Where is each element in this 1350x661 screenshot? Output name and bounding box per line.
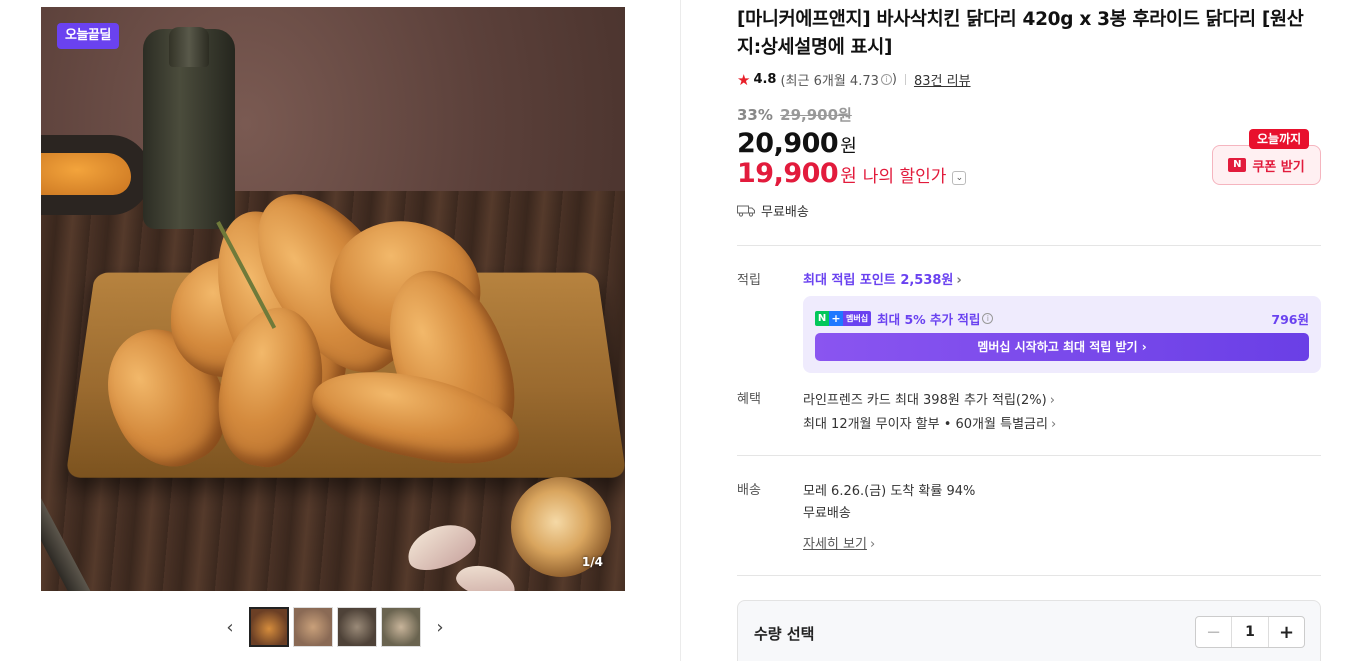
chevron-down-icon[interactable]: ⌄ bbox=[952, 171, 967, 185]
decrease-quantity-button[interactable]: − bbox=[1196, 617, 1232, 647]
sale-price-unit: 원 bbox=[840, 136, 857, 157]
installment-benefit-link[interactable]: 최대 12개월 무이자 할부 • 60개월 특별금리 › bbox=[803, 413, 1056, 432]
max-points-value: 2,538원 bbox=[900, 273, 954, 288]
discount-rate: 33% bbox=[737, 106, 773, 124]
thumbnail-prev-icon[interactable]: ‹ bbox=[215, 607, 245, 647]
naver-n-icon: N bbox=[1228, 158, 1247, 172]
membership-info: N + 멤버십 최대 5% 추가 적립 i bbox=[815, 309, 994, 328]
my-price-unit: 원 bbox=[840, 166, 857, 187]
quantity-box: 수량 선택 − + bbox=[737, 600, 1321, 661]
product-title: [마니커에프앤지] 바사삭치킨 닭다리 420g x 3봉 후라이드 닭다리 [… bbox=[737, 9, 1304, 58]
sale-price: 20,900 bbox=[737, 128, 839, 159]
membership-extra-points: 최대 5% 추가 적립 bbox=[877, 312, 981, 327]
my-price-row[interactable]: 19,900 원 나의 할인가 ⌄ bbox=[737, 158, 967, 189]
original-price: 29,900원 bbox=[780, 106, 852, 124]
thumbnail-3[interactable] bbox=[337, 607, 377, 647]
image-counter: 1/4 bbox=[581, 555, 603, 569]
naver-plus-membership-icon: N + 멤버십 bbox=[815, 311, 872, 326]
product-main-image[interactable]: 오늘끝딜 1/4 bbox=[41, 7, 625, 591]
product-page: 오늘끝딜 1/4 ‹ › [마니커에프앤지] 바사삭치킨 닭다리 420g x … bbox=[0, 0, 1350, 661]
rating-value: 4.8 bbox=[753, 72, 777, 87]
quantity-stepper: − + bbox=[1195, 616, 1305, 648]
rating-row: ★ 4.8 (최근 6개월 4.73 i ) 83건 리뷰 bbox=[737, 70, 971, 90]
info-icon[interactable]: i bbox=[880, 74, 892, 85]
get-coupon-button[interactable]: N 쿠폰 받기 bbox=[1212, 145, 1321, 185]
max-points-link[interactable]: 최대 적립 포인트 2,538원 › bbox=[803, 269, 962, 288]
thumbnail-strip: ‹ › bbox=[215, 606, 455, 648]
card-benefit-text: 라인프렌즈 카드 최대 398원 추가 적립(2%) bbox=[803, 393, 1047, 408]
coupon-area: N 쿠폰 받기 오늘까지 bbox=[1212, 129, 1321, 185]
delivery-label: 배송 bbox=[737, 483, 761, 498]
column-divider bbox=[680, 0, 681, 661]
membership-box: N + 멤버십 최대 5% 추가 적립 i 796원 멤버십 시작하고 최대 적… bbox=[803, 296, 1321, 373]
today-deal-badge: 오늘끝딜 bbox=[57, 23, 119, 49]
quantity-input[interactable] bbox=[1232, 617, 1268, 647]
start-membership-button[interactable]: 멤버십 시작하고 최대 적립 받기 › bbox=[815, 333, 1309, 361]
thumbnail-4[interactable] bbox=[381, 607, 421, 647]
shipping-summary: 무료배송 bbox=[737, 201, 809, 220]
membership-badge-text: 멤버십 bbox=[843, 311, 872, 326]
divider bbox=[737, 575, 1321, 576]
delivery-eta: 모레 6.26.(금) 도착 확률 94% bbox=[803, 484, 976, 499]
discount-row: 33% 29,900원 bbox=[737, 104, 852, 125]
price-row: 20,900 원 bbox=[737, 128, 857, 159]
divider bbox=[904, 74, 906, 85]
recent-rating-close: ) bbox=[891, 72, 897, 87]
max-points-text: 최대 적립 포인트 bbox=[803, 273, 901, 288]
plus-icon: + bbox=[829, 311, 843, 326]
increase-quantity-button[interactable]: + bbox=[1268, 617, 1304, 647]
today-only-tag: 오늘까지 bbox=[1249, 129, 1310, 149]
my-discount-price: 19,900 bbox=[737, 158, 839, 189]
truck-icon bbox=[737, 205, 755, 217]
card-benefit-link[interactable]: 라인프렌즈 카드 최대 398원 추가 적립(2%) › bbox=[803, 389, 1055, 408]
chevron-right-icon: › bbox=[869, 537, 876, 552]
star-icon: ★ bbox=[737, 70, 751, 89]
thumbnail-next-icon[interactable]: › bbox=[425, 607, 455, 647]
sauce-image bbox=[41, 153, 131, 195]
delivery-detail-link[interactable]: 자세히 보기 › bbox=[803, 533, 875, 552]
installment-benefit-text: 최대 12개월 무이자 할부 • 60개월 특별금리 bbox=[803, 417, 1048, 432]
benefits-label: 혜택 bbox=[737, 392, 761, 407]
shipping-summary-text: 무료배송 bbox=[761, 205, 809, 220]
chevron-right-icon: › bbox=[1050, 417, 1057, 432]
thumbnail-2[interactable] bbox=[293, 607, 333, 647]
recent-rating: (최근 6개월 4.73 bbox=[780, 74, 879, 89]
my-price-label: 나의 할인가 bbox=[862, 167, 947, 187]
membership-amount: 796원 bbox=[1271, 312, 1309, 327]
review-count-link[interactable]: 83건 리뷰 bbox=[914, 70, 971, 89]
divider bbox=[737, 245, 1321, 246]
quantity-label: 수량 선택 bbox=[754, 625, 815, 643]
delivery-fee: 무료배송 bbox=[803, 506, 851, 521]
divider bbox=[737, 455, 1321, 456]
delivery-detail-text: 자세히 보기 bbox=[803, 537, 867, 552]
points-label: 적립 bbox=[737, 273, 761, 288]
chevron-right-icon: › bbox=[1049, 393, 1055, 408]
get-coupon-label: 쿠폰 받기 bbox=[1252, 159, 1305, 175]
naver-n-icon: N bbox=[815, 311, 829, 326]
chevron-right-icon: › bbox=[956, 273, 962, 288]
info-icon[interactable]: i bbox=[982, 313, 994, 324]
pepper-mill-cap-image bbox=[169, 27, 209, 67]
thumbnail-1[interactable] bbox=[249, 607, 289, 647]
